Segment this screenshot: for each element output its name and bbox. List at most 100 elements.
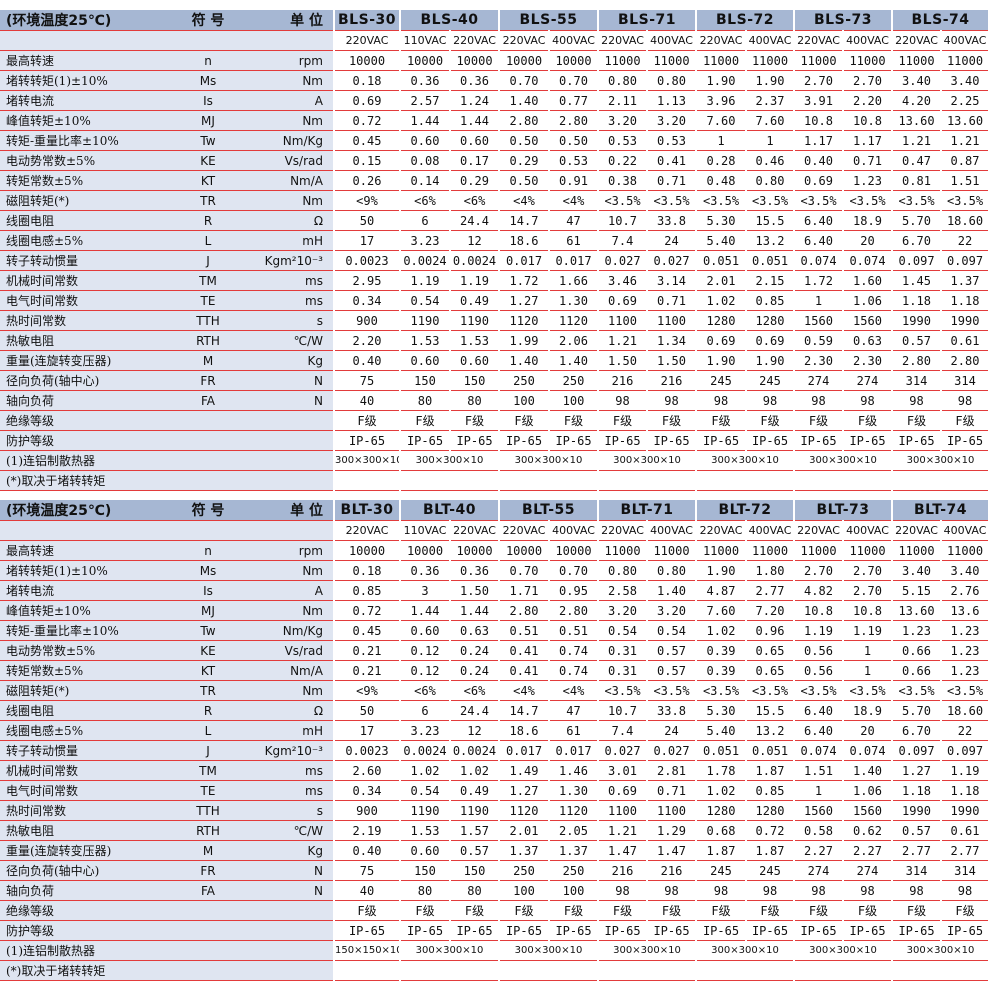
- table-row: 线圈电感±5% LmH 17 3.23 12 18.6 61 7.4 24 5.40 13.2 6.4…: [0, 230, 988, 251]
- value-cell: 10000: [449, 540, 499, 561]
- model-name: BLS-71: [597, 10, 696, 31]
- voltage-cell: 400VAC: [745, 30, 794, 51]
- value-cell: 216: [597, 860, 647, 881]
- voltage-unit-cell: [246, 520, 334, 541]
- empty-cell: [597, 960, 696, 981]
- value-cell: 0.96: [745, 620, 794, 641]
- value-cell: 47: [548, 700, 598, 721]
- table-row: 热敏电阻 RTH ℃/W 2.19 1.53 1.57 2.01 2.05 1.21 1.29 0.…: [0, 820, 988, 841]
- value-cell: 1.40: [548, 350, 598, 371]
- voltage-cell: 400VAC: [940, 520, 988, 541]
- footnote: (*)取决于堵转转矩: [0, 470, 170, 491]
- value-cell: 0.39: [695, 640, 746, 661]
- value-cell: 0.69: [745, 330, 794, 351]
- value-cell: 0.50: [498, 170, 549, 191]
- value-cell: 1.19: [399, 270, 450, 291]
- value-cell: 0.12: [399, 640, 450, 661]
- value-cell: 10.7: [597, 700, 647, 721]
- unit-heading: 单 位: [246, 10, 334, 31]
- value-cell: F级: [449, 900, 499, 921]
- value-cell: 1990: [940, 310, 988, 331]
- table-row: 绝缘等级 F级 F级 F级 F级 F级 F级 F级 F级 F级 F级 F级 F级 F级: [0, 900, 988, 921]
- table-row: 热敏电阻 RTH ℃/W 2.20 1.53 1.53 1.99 2.06 1.21 1.34 0.…: [0, 330, 988, 351]
- symbol-heading: 符 号: [170, 500, 246, 521]
- value-cell: 0.61: [940, 820, 988, 841]
- empty-cell: [399, 960, 499, 981]
- value-cell: 0.80: [646, 70, 696, 91]
- heatsink-row: (1)连铝制散热器 150×150×10 300×300×10 300×300×10 3…: [0, 940, 988, 961]
- value-cell: 0.58: [793, 820, 843, 841]
- parameter-symbol: [170, 410, 246, 431]
- parameter-unit: N: [246, 880, 334, 901]
- table-row: 峰值转矩±10% MJ Nm 0.72 1.44 1.44 2.80 2.80 3.20 3.20…: [0, 110, 988, 131]
- parameter-unit: [246, 900, 334, 921]
- value-cell: 1.40: [498, 350, 549, 371]
- parameter-unit: rpm: [246, 540, 334, 561]
- heatsink-label: (1)连铝制散热器: [0, 450, 170, 471]
- value-cell: 2.27: [793, 840, 843, 861]
- value-cell: 2.70: [842, 580, 892, 601]
- value-cell: 1.47: [597, 840, 647, 861]
- heatsink-size: 300×300×10: [399, 940, 499, 961]
- header-row: (环境温度25℃) 符 号单 位 BLS-30 BLS-40 BLS-55 BLS-71 B…: [0, 10, 988, 31]
- empty-cell: [695, 470, 794, 491]
- table-row: 机械时间常数 TM ms 2.60 1.02 1.02 1.49 1.46 3.01 2.81 1.…: [0, 760, 988, 781]
- value-cell: 1.72: [793, 270, 843, 291]
- value-cell: 0.54: [399, 780, 450, 801]
- value-cell: 98: [597, 390, 647, 411]
- value-cell: 1.72: [498, 270, 549, 291]
- parameter-unit: Vs/rad: [246, 640, 334, 661]
- value-cell: 1.23: [940, 620, 988, 641]
- value-cell: 1.21: [940, 130, 988, 151]
- value-cell: 10000: [548, 540, 598, 561]
- value-cell: 98: [646, 880, 696, 901]
- value-cell: 3.23: [399, 720, 450, 741]
- value-cell: <6%: [399, 190, 450, 211]
- value-cell: 0.70: [498, 560, 549, 581]
- parameter-unit: A: [246, 90, 334, 111]
- parameter-unit: Ω: [246, 210, 334, 231]
- value-cell: 2.20: [842, 90, 892, 111]
- value-cell: 80: [449, 880, 499, 901]
- value-cell: 0.56: [793, 660, 843, 681]
- value-cell: 6.40: [793, 210, 843, 231]
- value-cell: 0.72: [745, 820, 794, 841]
- value-cell: 150: [399, 860, 450, 881]
- value-cell: 12: [449, 230, 499, 251]
- value-cell: 5.30: [695, 210, 746, 231]
- value-cell: 250: [498, 860, 549, 881]
- parameter-unit: N: [246, 370, 334, 391]
- value-cell: 10000: [399, 540, 450, 561]
- value-cell: 1.87: [695, 840, 746, 861]
- value-cell: 1190: [399, 310, 450, 331]
- value-cell: 2.58: [597, 580, 647, 601]
- value-cell: 0.80: [745, 170, 794, 191]
- value-cell: 1.40: [842, 760, 892, 781]
- value-cell: <4%: [548, 680, 598, 701]
- voltage-cell: 400VAC: [745, 520, 794, 541]
- heatsink-size: 300×300×10: [695, 940, 794, 961]
- value-cell: 75: [333, 860, 400, 881]
- value-cell: 1280: [695, 310, 746, 331]
- value-cell: 0.57: [646, 660, 696, 681]
- value-cell: 2.80: [548, 600, 598, 621]
- value-cell: 2.60: [333, 760, 400, 781]
- value-cell: 5.30: [695, 700, 746, 721]
- value-cell: 150: [449, 860, 499, 881]
- value-cell: 11000: [891, 50, 941, 71]
- value-cell: 0.60: [449, 350, 499, 371]
- parameter-symbol: RTH: [170, 330, 246, 351]
- value-cell: 4.87: [695, 580, 746, 601]
- value-cell: 1.27: [498, 780, 549, 801]
- value-cell: 1.40: [498, 90, 549, 111]
- value-cell: 0.0023: [333, 250, 400, 271]
- value-cell: 98: [842, 880, 892, 901]
- value-cell: 1.02: [449, 760, 499, 781]
- value-cell: <3.5%: [793, 680, 843, 701]
- voltage-cell: 400VAC: [842, 520, 892, 541]
- value-cell: 2.77: [745, 580, 794, 601]
- value-cell: 1: [842, 660, 892, 681]
- voltage-cell: 400VAC: [646, 30, 696, 51]
- voltage-label-cell: [0, 520, 170, 541]
- bls-spec-table: (环境温度25℃) 符 号单 位 BLS-30 BLS-40 BLS-55 BLS-71 B…: [0, 10, 988, 491]
